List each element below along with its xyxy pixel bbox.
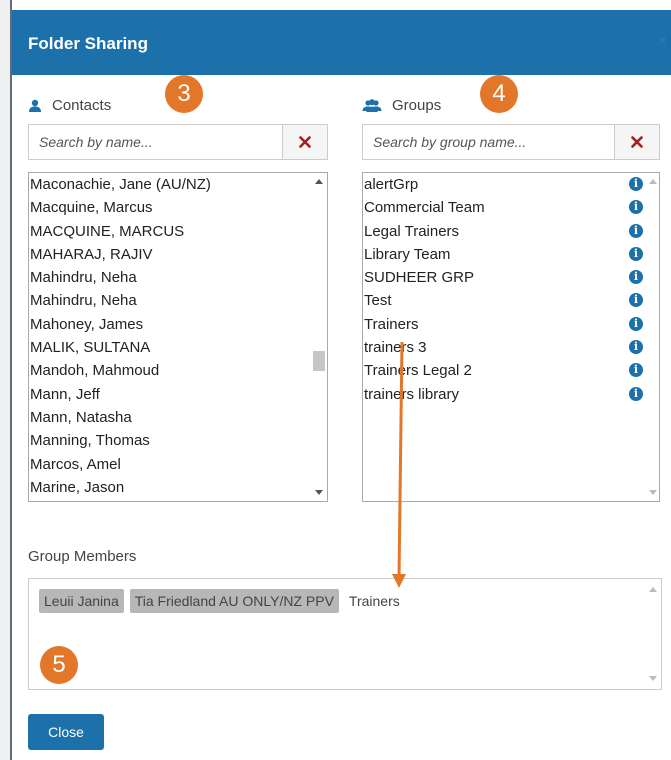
contact-list-item[interactable]: MACQUINE, MARCUS (29, 220, 309, 243)
scroll-down-arrow-icon[interactable] (315, 490, 323, 495)
info-icon[interactable]: i (629, 200, 643, 215)
contacts-search-row (28, 124, 328, 160)
dialog-header: Folder Sharing × (12, 10, 671, 75)
groups-listbox[interactable]: alertGrp i Commercial Team i Legal Trainers i… (362, 172, 660, 502)
contacts-list: Maconachie, Jane (AU/NZ) Macquine, Marcus… (29, 173, 309, 499)
group-members-box[interactable]: Leuii Janina Tia Friedland AU ONLY/NZ PPV… (28, 578, 662, 690)
scroll-up-arrow-icon[interactable] (315, 179, 323, 184)
group-list-item[interactable]: Legal Trainers i (363, 220, 659, 243)
group-list-item[interactable]: alertGrp i (363, 173, 659, 196)
annotation-badge-3: 3 (165, 75, 203, 113)
group-list-item[interactable]: Trainers Legal 2 i (363, 359, 659, 382)
group-name: Test (364, 292, 392, 310)
groups-search-row (362, 124, 660, 160)
group-name: Trainers Legal 2 (364, 362, 472, 380)
contact-list-item[interactable]: Marine, Jason (29, 476, 309, 499)
dialog-close-icon[interactable]: × (659, 32, 667, 48)
info-icon[interactable]: i (629, 270, 643, 285)
group-list-item[interactable]: Library Team i (363, 243, 659, 266)
info-icon[interactable]: i (629, 386, 643, 401)
group-list-item[interactable]: Test i (363, 289, 659, 312)
contacts-scrollbar[interactable] (310, 173, 327, 501)
contacts-listbox[interactable]: Maconachie, Jane (AU/NZ) Macquine, Marcus… (28, 172, 328, 502)
group-name: trainers library (364, 385, 460, 403)
folder-sharing-dialog: Folder Sharing × Contacts Maconachie, Ja… (12, 10, 671, 760)
contact-list-item[interactable]: MALIK, SULTANA (29, 336, 309, 359)
group-list-item[interactable]: Trainers i (363, 313, 659, 336)
clear-x-icon (299, 136, 311, 148)
groups-search-input[interactable] (362, 124, 614, 160)
group-list-item[interactable]: Commercial Team i (363, 196, 659, 219)
group-members-tags: Leuii Janina Tia Friedland AU ONLY/NZ PPV… (39, 589, 400, 613)
group-list-item[interactable]: SUDHEER GRP i (363, 266, 659, 289)
user-icon (29, 99, 41, 112)
contacts-clear-button[interactable] (282, 124, 328, 160)
annotation-badge-4: 4 (480, 75, 518, 113)
group-name: trainers 3 (364, 339, 427, 357)
info-icon[interactable]: i (629, 246, 643, 261)
contact-list-item[interactable]: Mahindru, Neha (29, 289, 309, 312)
annotation-badge-5: 5 (40, 646, 78, 684)
contacts-panel: Contacts Maconachie, Jane (AU/NZ)Macquin… (28, 96, 328, 502)
info-icon[interactable]: i (629, 363, 643, 378)
info-icon[interactable]: i (629, 316, 643, 331)
group-name: Trainers (364, 315, 419, 333)
groups-clear-button[interactable] (614, 124, 660, 160)
group-name: Library Team (364, 245, 451, 263)
contact-list-item[interactable]: Macquine, Marcus (29, 196, 309, 219)
clear-x-icon (631, 136, 643, 148)
member-tag[interactable]: Tia Friedland AU ONLY/NZ PPV (129, 589, 339, 613)
scroll-down-arrow-icon[interactable] (649, 676, 657, 681)
groups-scrollbar[interactable] (647, 173, 659, 501)
groups-panel: Groups alertGrpiCommercial TeamiLegal Tr… (362, 96, 660, 502)
groups-label: Groups (392, 96, 442, 114)
contact-list-item[interactable]: Mandoh, Mahmoud (29, 359, 309, 382)
contact-list-item[interactable]: Marcos, Amel (29, 453, 309, 476)
contacts-search-input[interactable] (28, 124, 282, 160)
contacts-label: Contacts (52, 96, 112, 114)
groups-list: alertGrp i Commercial Team i Legal Trainers i… (363, 173, 659, 406)
contact-list-item[interactable]: Manning, Thomas (29, 429, 309, 452)
group-name: Legal Trainers (364, 222, 460, 240)
group-name: alertGrp (364, 176, 419, 193)
info-icon[interactable]: i (629, 223, 643, 238)
scroll-up-arrow-icon[interactable] (649, 179, 657, 184)
member-tag[interactable]: Leuii Janina (39, 589, 124, 613)
dialog-title: Folder Sharing (28, 34, 148, 53)
contact-list-item[interactable]: Mahindru, Neha (29, 266, 309, 289)
info-icon[interactable]: i (629, 293, 643, 308)
users-group-icon (362, 98, 382, 112)
scroll-down-arrow-icon[interactable] (649, 490, 657, 495)
contact-list-item[interactable]: Mann, Jeff (29, 383, 309, 406)
contact-list-item[interactable]: Maconachie, Jane (AU/NZ) (29, 173, 309, 196)
selected-group-name: Trainers (348, 593, 400, 609)
contact-list-item[interactable]: Mahoney, James (29, 313, 309, 336)
info-icon[interactable]: i (629, 340, 643, 355)
group-list-item[interactable]: trainers 3 i (363, 336, 659, 359)
group-list-item[interactable]: trainers library i (363, 383, 659, 406)
scroll-up-arrow-icon[interactable] (649, 587, 657, 592)
close-button[interactable]: Close (28, 714, 104, 750)
contact-list-item[interactable]: MAHARAJ, RAJIV (29, 243, 309, 266)
group-members-label: Group Members (28, 548, 137, 565)
background-window-edge (0, 0, 10, 760)
contact-list-item[interactable]: Mann, Natasha (29, 406, 309, 429)
info-icon[interactable]: i (629, 177, 643, 191)
scroll-thumb[interactable] (313, 351, 325, 371)
group-name: Commercial Team (364, 199, 485, 217)
group-name: SUDHEER GRP (364, 269, 475, 287)
